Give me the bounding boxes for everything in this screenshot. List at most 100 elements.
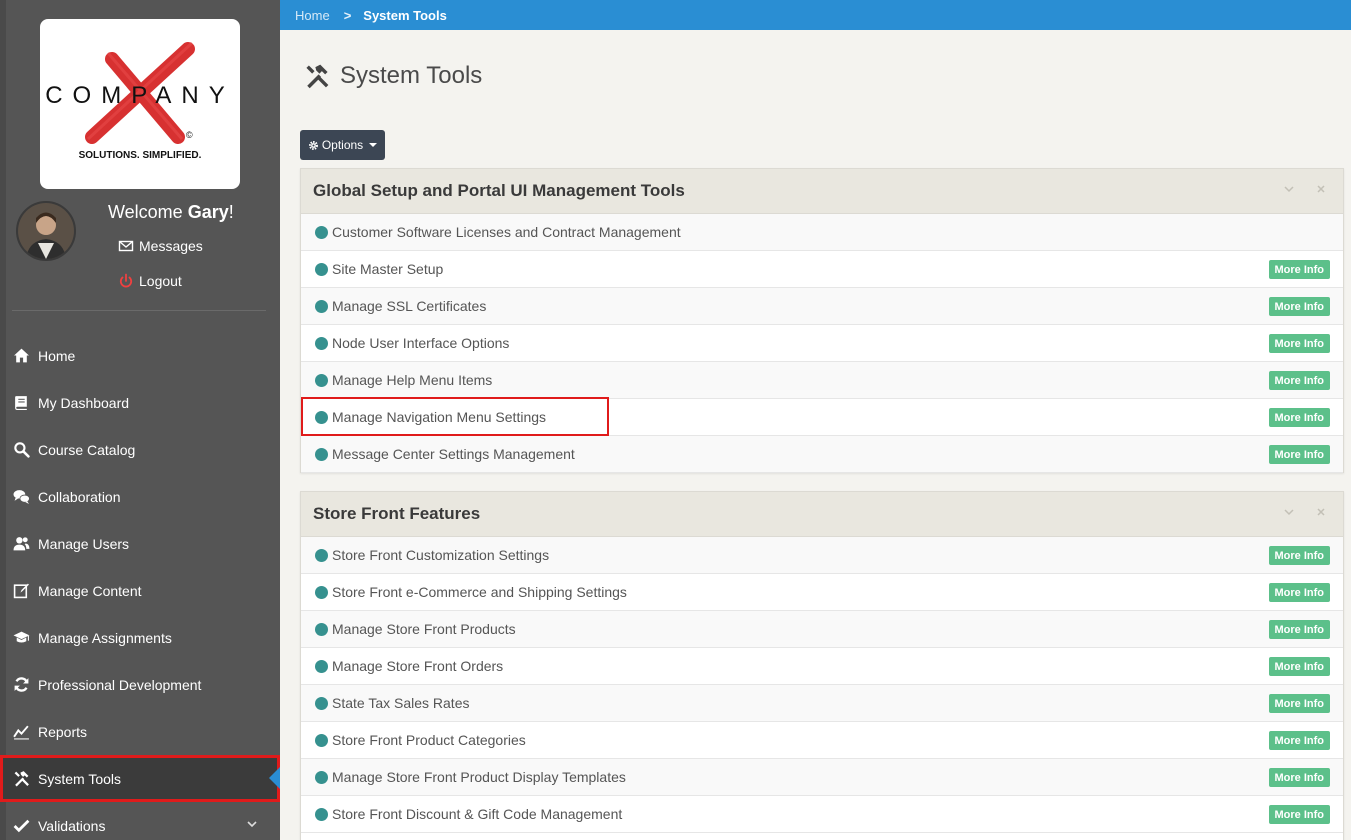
bullet-icon bbox=[315, 770, 328, 784]
breadcrumb-home[interactable]: Home bbox=[295, 8, 330, 23]
close-icon[interactable] bbox=[1315, 506, 1327, 518]
book-icon bbox=[12, 394, 30, 412]
sidebar-item-course-catalog[interactable]: Course Catalog bbox=[0, 426, 280, 473]
edit-icon bbox=[12, 582, 30, 600]
tool-row[interactable]: Message Center Settings Management More … bbox=[301, 436, 1343, 473]
tool-link[interactable]: Store Front Product Categories bbox=[332, 732, 526, 748]
sidebar-item-collaboration[interactable]: Collaboration bbox=[0, 473, 280, 520]
tool-link[interactable]: Manage SSL Certificates bbox=[332, 298, 486, 314]
more-info-button[interactable]: More Info bbox=[1268, 371, 1330, 390]
sidebar-item-manage-assignments[interactable]: Manage Assignments bbox=[0, 614, 280, 661]
tool-link[interactable]: Node User Interface Options bbox=[332, 335, 509, 351]
options-label: Options bbox=[321, 138, 364, 152]
avatar[interactable] bbox=[16, 201, 76, 261]
tool-row[interactable]: Manage Store Front Orders More Info bbox=[301, 648, 1343, 685]
tool-link[interactable]: Manage Help Menu Items bbox=[332, 372, 492, 388]
tool-row[interactable]: Manage SSL Certificates More Info bbox=[301, 288, 1343, 325]
sidebar-item-system-tools[interactable]: System Tools bbox=[0, 755, 280, 802]
messages-link[interactable]: Messages bbox=[118, 238, 203, 254]
tool-link[interactable]: Store Front Discount & Gift Code Managem… bbox=[332, 806, 622, 822]
tool-row[interactable]: Store Front Discount & Gift Code Managem… bbox=[301, 796, 1343, 833]
tool-row[interactable]: Site Master Setup More Info bbox=[301, 251, 1343, 288]
logo-mark: © bbox=[186, 130, 193, 140]
bullet-icon bbox=[315, 447, 328, 461]
chevron-down-icon[interactable] bbox=[246, 818, 258, 830]
bullet-icon bbox=[315, 225, 328, 239]
tool-link[interactable]: Store Front Customization Settings bbox=[332, 547, 549, 563]
tool-link[interactable]: Manage Store Front Products bbox=[332, 621, 516, 637]
more-info-button[interactable]: More Info bbox=[1268, 546, 1330, 565]
panel-title: Store Front Features bbox=[313, 504, 481, 523]
sidebar-item-label: Reports bbox=[38, 723, 88, 740]
tool-link[interactable]: Customer Software Licenses and Contract … bbox=[332, 224, 681, 240]
sidebar-item-home[interactable]: Home bbox=[0, 332, 280, 379]
tool-link[interactable]: Store Front e-Commerce and Shipping Sett… bbox=[332, 584, 627, 600]
more-info-button[interactable]: More Info bbox=[1268, 805, 1330, 824]
comments-icon bbox=[12, 488, 30, 506]
caret-down-icon bbox=[369, 143, 378, 147]
bullet-icon bbox=[315, 585, 328, 599]
company-logo[interactable]: COMPANY © SOLUTIONS. SIMPLIFIED. bbox=[40, 19, 240, 189]
check-icon bbox=[12, 817, 30, 835]
bullet-icon bbox=[315, 336, 328, 350]
tool-link[interactable]: State Tax Sales Rates bbox=[332, 695, 469, 711]
user-name: Gary bbox=[187, 202, 229, 222]
bullet-icon bbox=[315, 807, 328, 821]
bullet-icon bbox=[315, 659, 328, 673]
sidebar-item-manage-users[interactable]: Manage Users bbox=[0, 520, 280, 567]
tool-row[interactable]: Store Front Product Categories More Info bbox=[301, 722, 1343, 759]
sidebar-item-validations[interactable]: Validations bbox=[0, 802, 280, 840]
sidebar-item-my-dashboard[interactable]: My Dashboard bbox=[0, 379, 280, 426]
tool-link[interactable]: Manage Store Front Orders bbox=[332, 658, 503, 674]
sidebar-item-label: Manage Assignments bbox=[38, 629, 172, 646]
bullet-icon bbox=[315, 733, 328, 747]
bullet-icon bbox=[315, 696, 328, 710]
breadcrumb: Home > System Tools bbox=[280, 0, 1351, 30]
more-info-button[interactable]: More Info bbox=[1268, 583, 1330, 602]
tool-row[interactable]: Manage Store Front Product Display Templ… bbox=[301, 759, 1343, 796]
page-title: System Tools bbox=[304, 62, 482, 90]
chevron-down-icon[interactable] bbox=[1283, 183, 1295, 195]
tool-row[interactable]: State Tax Sales Rates More Info bbox=[301, 685, 1343, 722]
sidebar-divider bbox=[12, 310, 266, 311]
more-info-button[interactable]: More Info bbox=[1268, 731, 1330, 750]
page-title-text: System Tools bbox=[340, 62, 483, 89]
tool-row[interactable]: Manage Help Menu Items More Info bbox=[301, 362, 1343, 399]
tool-row[interactable]: Customer Software Licenses and Contract … bbox=[301, 214, 1343, 251]
sidebar-item-label: Course Catalog bbox=[38, 441, 136, 458]
logo-word: COMPANY bbox=[45, 82, 235, 109]
more-info-button[interactable]: More Info bbox=[1268, 408, 1330, 427]
graduation-cap-icon bbox=[12, 629, 30, 647]
more-info-button[interactable]: More Info bbox=[1268, 657, 1330, 676]
more-info-button[interactable]: More Info bbox=[1268, 445, 1330, 464]
tool-link[interactable]: Manage Store Front Product Display Templ… bbox=[332, 769, 626, 785]
envelope-icon bbox=[118, 240, 134, 252]
sidebar-item-professional-development[interactable]: Professional Development bbox=[0, 661, 280, 708]
search-icon bbox=[12, 441, 30, 459]
sidebar-item-label: Validations bbox=[38, 817, 106, 834]
line-chart-icon bbox=[12, 723, 30, 741]
more-info-button[interactable]: More Info bbox=[1268, 297, 1330, 316]
logout-link[interactable]: Logout bbox=[118, 273, 182, 289]
more-info-button[interactable]: More Info bbox=[1268, 620, 1330, 639]
more-info-button[interactable]: More Info bbox=[1268, 260, 1330, 279]
tool-row[interactable]: Manage Store Front Products More Info bbox=[301, 611, 1343, 648]
tool-row[interactable]: Store Front e-Commerce and Shipping Sett… bbox=[301, 574, 1343, 611]
logo-tagline: SOLUTIONS. SIMPLIFIED. bbox=[79, 150, 202, 161]
sidebar-item-label: Collaboration bbox=[38, 488, 121, 505]
more-info-button[interactable]: More Info bbox=[1268, 334, 1330, 353]
tool-row[interactable]: Node User Interface Options More Info bbox=[301, 325, 1343, 362]
breadcrumb-separator: > bbox=[343, 7, 352, 23]
more-info-button[interactable]: More Info bbox=[1268, 768, 1330, 787]
tools-icon bbox=[306, 64, 329, 89]
tool-link[interactable]: Site Master Setup bbox=[332, 261, 443, 277]
chevron-down-icon[interactable] bbox=[1283, 506, 1295, 518]
tool-row[interactable]: Store Front Customization Settings More … bbox=[301, 537, 1343, 574]
sidebar-item-reports[interactable]: Reports bbox=[0, 708, 280, 755]
gear-icon bbox=[308, 140, 318, 150]
more-info-button[interactable]: More Info bbox=[1268, 694, 1330, 713]
close-icon[interactable] bbox=[1315, 183, 1327, 195]
tool-link[interactable]: Message Center Settings Management bbox=[332, 446, 575, 462]
sidebar-item-manage-content[interactable]: Manage Content bbox=[0, 567, 280, 614]
options-dropdown-button[interactable]: Options bbox=[300, 130, 385, 160]
